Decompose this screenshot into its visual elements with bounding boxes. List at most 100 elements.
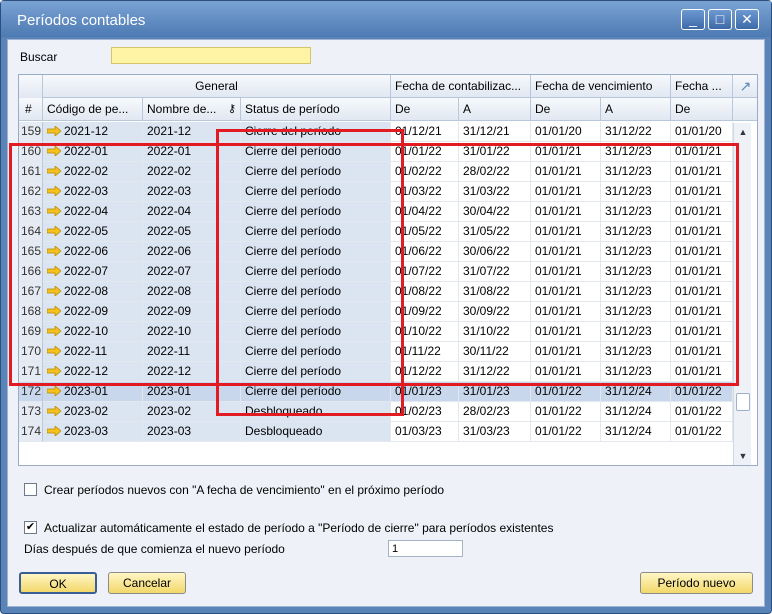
period-name-cell[interactable]: 2023-02 xyxy=(143,402,241,422)
due-to-cell[interactable]: 31/12/23 xyxy=(601,342,671,362)
due-to-cell[interactable]: 31/12/23 xyxy=(601,162,671,182)
create-new-periods-checkbox[interactable] xyxy=(24,483,37,496)
due-from-cell[interactable]: 01/01/21 xyxy=(531,142,601,162)
table-row[interactable]: 172 2023-01 2023-01 Cierre del período 01/01… xyxy=(19,382,733,402)
period-status-cell[interactable]: Cierre del período xyxy=(241,262,391,282)
posting-to-cell[interactable]: 31/07/22 xyxy=(459,262,531,282)
table-row[interactable]: 162 2022-03 2022-03 Cierre del período 01/03… xyxy=(19,182,733,202)
due-to-cell[interactable]: 31/12/23 xyxy=(601,362,671,382)
period-status-cell[interactable]: Desbloqueado xyxy=(241,422,391,442)
due-from-cell[interactable]: 01/01/21 xyxy=(531,282,601,302)
date-from-cell[interactable]: 01/01/21 xyxy=(671,162,733,182)
link-arrow-icon[interactable] xyxy=(47,286,61,296)
period-name-cell[interactable]: 2022-07 xyxy=(143,262,241,282)
posting-from-cell[interactable]: 01/02/23 xyxy=(391,402,459,422)
due-from-cell[interactable]: 01/01/22 xyxy=(531,422,601,442)
table-row[interactable]: 166 2022-07 2022-07 Cierre del período 01/07… xyxy=(19,262,733,282)
period-name-cell[interactable]: 2022-03 xyxy=(143,182,241,202)
date-from-cell[interactable]: 01/01/21 xyxy=(671,362,733,382)
due-from-cell[interactable]: 01/01/21 xyxy=(531,222,601,242)
posting-to-cell[interactable]: 31/03/22 xyxy=(459,182,531,202)
period-code-cell[interactable]: 2022-08 xyxy=(43,282,143,302)
period-status-cell[interactable]: Cierre del período xyxy=(241,162,391,182)
period-code-cell[interactable]: 2022-04 xyxy=(43,202,143,222)
period-name-cell[interactable]: 2022-12 xyxy=(143,362,241,382)
period-name-cell[interactable]: 2023-03 xyxy=(143,422,241,442)
period-status-cell[interactable]: Cierre del período xyxy=(241,122,391,142)
period-code-cell[interactable]: 2022-10 xyxy=(43,322,143,342)
table-row[interactable]: 164 2022-05 2022-05 Cierre del período 01/05… xyxy=(19,222,733,242)
table-row[interactable]: 167 2022-08 2022-08 Cierre del período 01/08… xyxy=(19,282,733,302)
posting-from-cell[interactable]: 01/02/22 xyxy=(391,162,459,182)
col-header-date-from[interactable]: De xyxy=(671,98,733,121)
link-arrow-icon[interactable] xyxy=(47,186,61,196)
days-after-input[interactable] xyxy=(388,540,463,557)
due-to-cell[interactable]: 31/12/23 xyxy=(601,182,671,202)
title-bar[interactable]: Períodos contables _ □ ✕ xyxy=(1,1,771,37)
date-from-cell[interactable]: 01/01/21 xyxy=(671,142,733,162)
due-to-cell[interactable]: 31/12/23 xyxy=(601,222,671,242)
link-arrow-icon[interactable] xyxy=(47,146,61,156)
auto-update-status-checkbox[interactable]: ✔ xyxy=(24,521,37,534)
period-code-cell[interactable]: 2022-06 xyxy=(43,242,143,262)
due-from-cell[interactable]: 01/01/21 xyxy=(531,242,601,262)
period-status-cell[interactable]: Cierre del período xyxy=(241,242,391,262)
posting-to-cell[interactable]: 28/02/23 xyxy=(459,402,531,422)
period-code-cell[interactable]: 2022-09 xyxy=(43,302,143,322)
posting-from-cell[interactable]: 01/05/22 xyxy=(391,222,459,242)
due-from-cell[interactable]: 01/01/21 xyxy=(531,262,601,282)
date-from-cell[interactable]: 01/01/21 xyxy=(671,282,733,302)
scroll-down-icon[interactable]: ▼ xyxy=(734,447,752,465)
table-row[interactable]: 173 2023-02 2023-02 Desbloqueado 01/02/23 28/… xyxy=(19,402,733,422)
posting-to-cell[interactable]: 31/08/22 xyxy=(459,282,531,302)
due-from-cell[interactable]: 01/01/21 xyxy=(531,302,601,322)
cancel-button[interactable]: Cancelar xyxy=(108,572,186,594)
link-arrow-icon[interactable] xyxy=(47,166,61,176)
link-arrow-icon[interactable] xyxy=(47,326,61,336)
expand-icon[interactable]: ↗ xyxy=(733,75,757,98)
posting-from-cell[interactable]: 01/07/22 xyxy=(391,262,459,282)
posting-from-cell[interactable]: 01/01/23 xyxy=(391,382,459,402)
posting-to-cell[interactable]: 31/03/23 xyxy=(459,422,531,442)
posting-to-cell[interactable]: 31/10/22 xyxy=(459,322,531,342)
posting-to-cell[interactable]: 31/12/21 xyxy=(459,122,531,142)
period-name-cell[interactable]: 2022-10 xyxy=(143,322,241,342)
link-arrow-icon[interactable] xyxy=(47,406,61,416)
period-status-cell[interactable]: Cierre del período xyxy=(241,302,391,322)
col-header-name[interactable]: Nombre de... ⚷ xyxy=(143,98,241,121)
period-code-cell[interactable]: 2023-02 xyxy=(43,402,143,422)
date-from-cell[interactable]: 01/01/21 xyxy=(671,322,733,342)
period-code-cell[interactable]: 2022-07 xyxy=(43,262,143,282)
posting-from-cell[interactable]: 01/09/22 xyxy=(391,302,459,322)
period-name-cell[interactable]: 2022-02 xyxy=(143,162,241,182)
table-row[interactable]: 161 2022-02 2022-02 Cierre del período 01/02… xyxy=(19,162,733,182)
due-from-cell[interactable]: 01/01/21 xyxy=(531,162,601,182)
date-from-cell[interactable]: 01/01/21 xyxy=(671,302,733,322)
posting-from-cell[interactable]: 01/03/23 xyxy=(391,422,459,442)
period-code-cell[interactable]: 2023-01 xyxy=(43,382,143,402)
link-arrow-icon[interactable] xyxy=(47,266,61,276)
table-row[interactable]: 165 2022-06 2022-06 Cierre del período 01/06… xyxy=(19,242,733,262)
date-from-cell[interactable]: 01/01/22 xyxy=(671,382,733,402)
period-name-cell[interactable]: 2022-08 xyxy=(143,282,241,302)
period-code-cell[interactable]: 2022-11 xyxy=(43,342,143,362)
posting-to-cell[interactable]: 31/12/22 xyxy=(459,362,531,382)
posting-from-cell[interactable]: 01/08/22 xyxy=(391,282,459,302)
col-header-code[interactable]: Código de pe... xyxy=(43,98,143,121)
date-from-cell[interactable]: 01/01/21 xyxy=(671,222,733,242)
maximize-button[interactable]: □ xyxy=(708,9,732,30)
posting-to-cell[interactable]: 30/04/22 xyxy=(459,202,531,222)
period-code-cell[interactable]: 2022-12 xyxy=(43,362,143,382)
date-from-cell[interactable]: 01/01/22 xyxy=(671,402,733,422)
due-to-cell[interactable]: 31/12/24 xyxy=(601,422,671,442)
period-name-cell[interactable]: 2022-01 xyxy=(143,142,241,162)
posting-to-cell[interactable]: 30/06/22 xyxy=(459,242,531,262)
period-name-cell[interactable]: 2022-05 xyxy=(143,222,241,242)
due-to-cell[interactable]: 31/12/23 xyxy=(601,282,671,302)
link-arrow-icon[interactable] xyxy=(47,226,61,236)
link-arrow-icon[interactable] xyxy=(47,366,61,376)
table-row[interactable]: 163 2022-04 2022-04 Cierre del período 01/04… xyxy=(19,202,733,222)
due-to-cell[interactable]: 31/12/23 xyxy=(601,262,671,282)
period-status-cell[interactable]: Cierre del período xyxy=(241,202,391,222)
due-to-cell[interactable]: 31/12/24 xyxy=(601,382,671,402)
